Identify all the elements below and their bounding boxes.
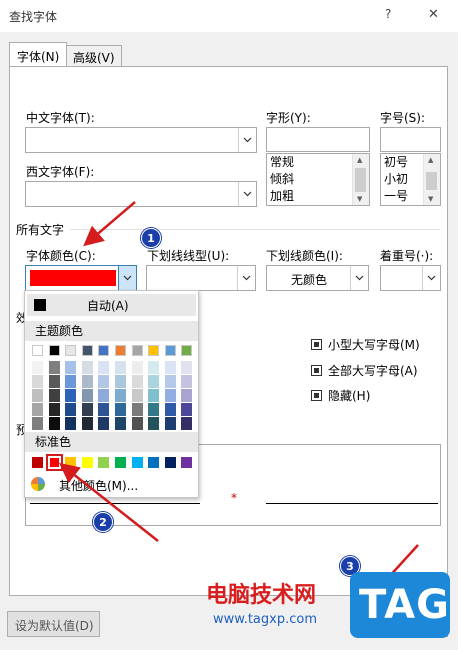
tag-logo: TAG: [350, 572, 450, 638]
arrow-step2: [59, 462, 159, 542]
annotation-arrows: [59, 201, 419, 616]
step-2-badge: 2: [93, 512, 113, 532]
arrow-step1: [83, 201, 136, 247]
watermark-site-name: 电脑技术网: [206, 583, 317, 608]
watermark-url: www.tagxp.com: [213, 612, 317, 627]
step-1-badge: 1: [141, 228, 161, 248]
tag-logo-text: TAG: [359, 582, 450, 628]
